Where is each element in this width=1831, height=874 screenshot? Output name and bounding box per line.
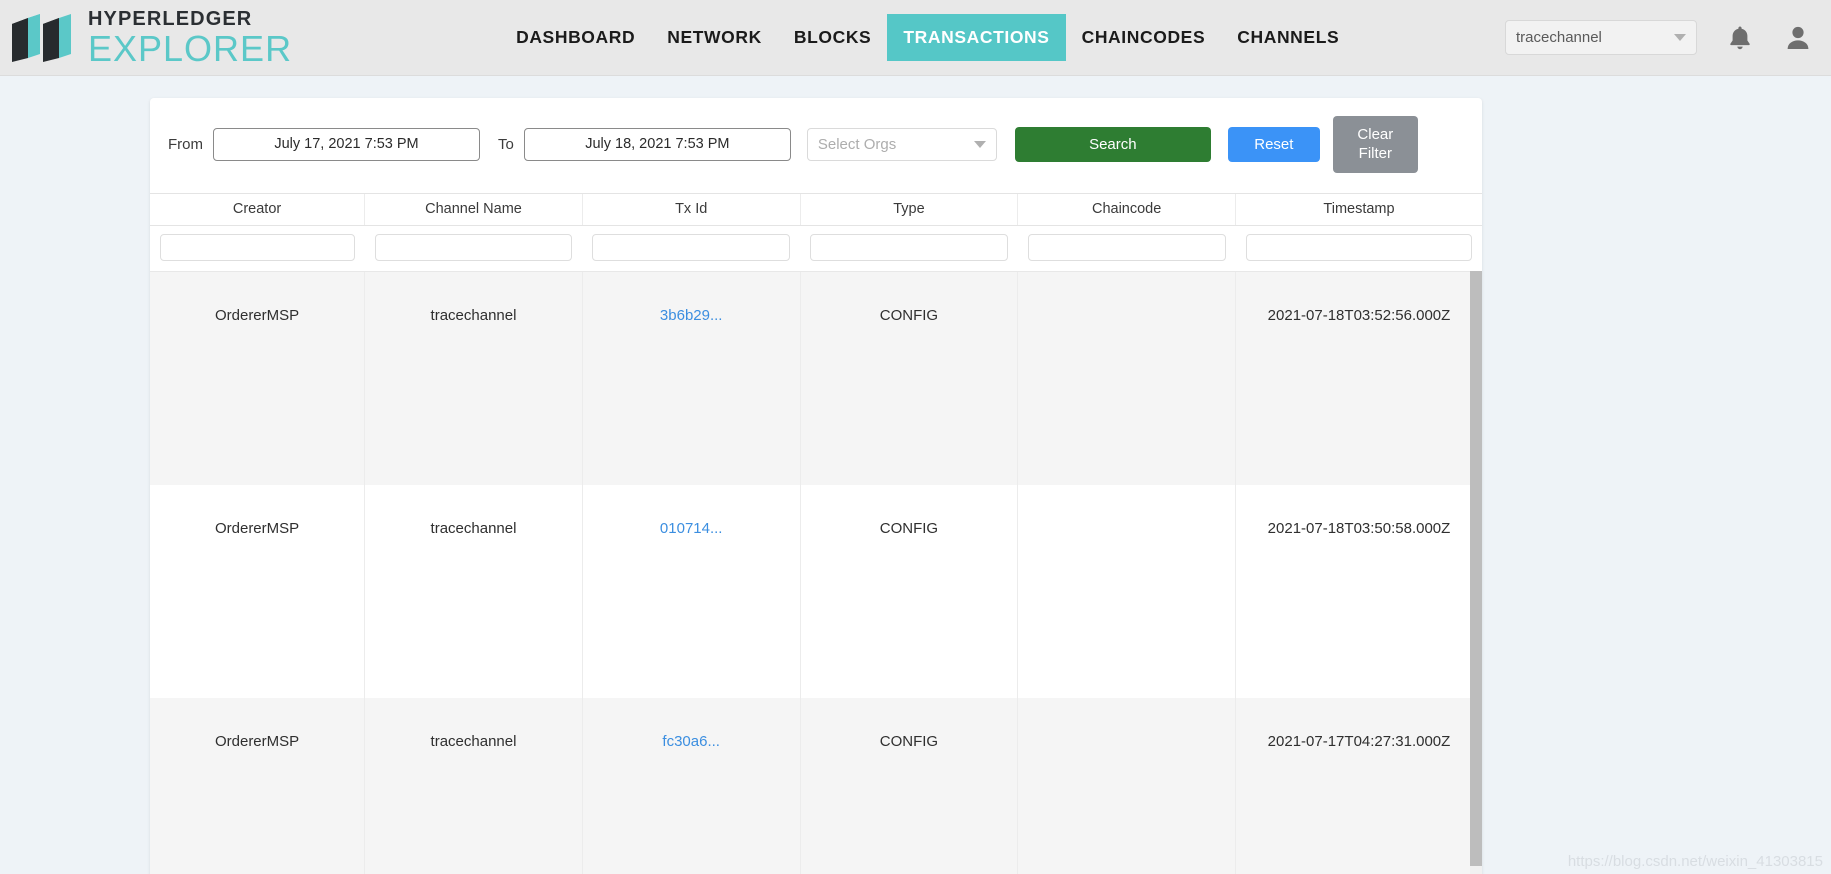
cell-channel-name: tracechannel: [364, 484, 583, 698]
table-scrollbar[interactable]: [1470, 271, 1482, 874]
column-header-type[interactable]: Type: [799, 193, 1018, 226]
to-label: To: [498, 136, 514, 153]
cell-creator: OrdererMSP: [150, 697, 365, 874]
chevron-down-icon: [1674, 34, 1686, 41]
column-header-timestamp[interactable]: Timestamp: [1235, 193, 1482, 226]
filter-input-tx-id[interactable]: [592, 234, 791, 261]
cell-channel-name: tracechannel: [364, 697, 583, 874]
table-head: Creator Channel Name Tx Id Type Chaincod…: [150, 193, 1482, 226]
cell-chaincode: [1017, 484, 1236, 698]
tx-id-link[interactable]: 3b6b29...: [660, 307, 723, 324]
table-row[interactable]: OrdererMSP tracechannel 010714... CONFIG…: [150, 484, 1482, 698]
filter-cell-chaincode: [1017, 225, 1236, 272]
filter-input-chaincode[interactable]: [1027, 234, 1226, 261]
cell-type: CONFIG: [799, 271, 1018, 485]
app-header: HYPERLEDGER EXPLORER DASHBOARD NETWORK B…: [0, 0, 1831, 76]
main-nav: DASHBOARD NETWORK BLOCKS TRANSACTIONS CH…: [500, 14, 1355, 61]
nav-item-dashboard[interactable]: DASHBOARD: [500, 14, 651, 61]
brand-logo: HYPERLEDGER EXPLORER: [10, 9, 292, 67]
user-profile-button[interactable]: [1783, 23, 1813, 53]
column-header-channel-name[interactable]: Channel Name: [364, 193, 583, 226]
chevron-down-icon: [973, 141, 986, 148]
from-label: From: [168, 136, 203, 153]
filter-cell-channel-name: [364, 225, 583, 272]
filter-cell-creator: [150, 225, 365, 272]
transactions-table: Creator Channel Name Tx Id Type Chaincod…: [150, 193, 1482, 874]
cell-chaincode: [1017, 271, 1236, 485]
filter-cell-type: [800, 225, 1018, 272]
bell-icon: [1730, 26, 1750, 49]
nav-item-network[interactable]: NETWORK: [651, 14, 778, 61]
column-header-chaincode[interactable]: Chaincode: [1017, 193, 1236, 226]
filter-cell-tx-id: [582, 225, 801, 272]
brand-name-secondary: EXPLORER: [88, 27, 293, 69]
cell-chaincode: [1017, 697, 1236, 874]
nav-item-transactions[interactable]: TRANSACTIONS: [887, 14, 1066, 61]
brand-name-primary: HYPERLEDGER: [88, 7, 253, 30]
nav-item-blocks[interactable]: BLOCKS: [778, 14, 888, 61]
table-header-row: Creator Channel Name Tx Id Type Chaincod…: [150, 193, 1482, 226]
column-filter-row: [150, 225, 1482, 272]
cell-channel-name: tracechannel: [364, 271, 583, 485]
table-filter-body: [150, 225, 1482, 272]
cell-timestamp: 2021-07-17T04:27:31.000Z: [1235, 697, 1482, 874]
nav-item-chaincodes[interactable]: CHAINCODES: [1066, 14, 1222, 61]
user-avatar-icon: [1787, 26, 1809, 49]
transactions-table-wrapper: Creator Channel Name Tx Id Type Chaincod…: [150, 193, 1482, 874]
cell-type: CONFIG: [799, 697, 1018, 874]
to-date-input[interactable]: July 18, 2021 7:53 PM: [523, 128, 791, 161]
filter-cell-timestamp: [1235, 225, 1482, 272]
notifications-button[interactable]: [1727, 24, 1753, 52]
select-orgs-dropdown[interactable]: Select Orgs: [806, 128, 997, 161]
page-body: From July 17, 2021 7:53 PM To July 18, 2…: [0, 76, 1831, 874]
reset-button[interactable]: Reset: [1227, 127, 1320, 162]
cell-timestamp: 2021-07-18T03:50:58.000Z: [1235, 484, 1482, 698]
column-header-tx-id[interactable]: Tx Id: [581, 193, 801, 226]
transactions-card: From July 17, 2021 7:53 PM To July 18, 2…: [150, 98, 1482, 874]
cell-creator: OrdererMSP: [150, 271, 365, 485]
table-row[interactable]: OrdererMSP tracechannel fc30a6... CONFIG…: [150, 697, 1482, 874]
filter-toolbar: From July 17, 2021 7:53 PM To July 18, 2…: [150, 98, 1482, 193]
filter-input-type[interactable]: [810, 234, 1008, 261]
filter-input-channel-name[interactable]: [374, 234, 573, 261]
search-button[interactable]: Search: [1014, 127, 1211, 162]
channel-selector-value: tracechannel: [1516, 29, 1602, 46]
cell-tx-id: 3b6b29...: [581, 271, 801, 485]
from-date-input[interactable]: July 17, 2021 7:53 PM: [213, 128, 480, 161]
table-scrollbar-thumb[interactable]: [1470, 271, 1482, 866]
filter-input-creator[interactable]: [160, 234, 355, 261]
cell-tx-id: fc30a6...: [581, 697, 801, 874]
tx-id-link[interactable]: 010714...: [660, 520, 723, 537]
cell-creator: OrdererMSP: [150, 484, 365, 698]
select-orgs-placeholder: Select Orgs: [817, 136, 897, 153]
tx-id-link[interactable]: fc30a6...: [662, 733, 720, 750]
channel-selector[interactable]: tracechannel: [1505, 20, 1697, 55]
cell-type: CONFIG: [799, 484, 1018, 698]
column-header-creator[interactable]: Creator: [150, 193, 365, 226]
header-actions: tracechannel: [1505, 20, 1813, 55]
clear-filter-button[interactable]: Clear Filter: [1332, 116, 1418, 173]
filter-input-timestamp[interactable]: [1245, 234, 1472, 261]
hyperledger-logo-icon: [12, 13, 71, 62]
nav-item-channels[interactable]: CHANNELS: [1221, 14, 1355, 61]
table-row[interactable]: OrdererMSP tracechannel 3b6b29... CONFIG…: [150, 271, 1482, 485]
cell-timestamp: 2021-07-18T03:52:56.000Z: [1235, 271, 1482, 485]
table-data-body: OrdererMSP tracechannel 3b6b29... CONFIG…: [150, 271, 1482, 874]
cell-tx-id: 010714...: [581, 484, 801, 698]
